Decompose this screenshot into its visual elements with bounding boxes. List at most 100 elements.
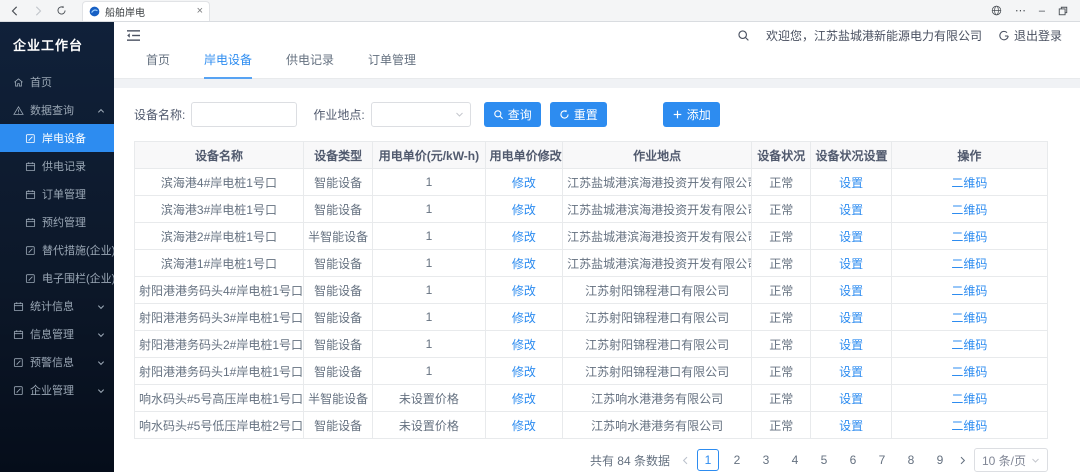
modify-price-link[interactable]: 修改	[512, 392, 536, 406]
logout-button[interactable]: 退出登录	[998, 27, 1062, 44]
calendar-icon	[13, 301, 24, 312]
table-cell: 正常	[752, 196, 811, 223]
table-cell: 正常	[752, 385, 811, 412]
home-icon	[13, 77, 24, 88]
browser-forward-icon[interactable]	[30, 3, 46, 19]
modify-price-link[interactable]: 修改	[512, 419, 536, 433]
tab-order-management[interactable]: 订单管理	[368, 51, 416, 79]
edit-square-icon	[25, 133, 36, 144]
modify-price-link[interactable]: 修改	[512, 203, 536, 217]
page-button-8[interactable]: 8	[900, 449, 922, 471]
set-status-link[interactable]: 设置	[839, 365, 863, 379]
modify-price-link[interactable]: 修改	[512, 230, 536, 244]
sidebar-item-label: 岸电设备	[42, 130, 86, 146]
device-name-input[interactable]	[191, 102, 297, 127]
calendar-icon	[25, 189, 36, 200]
globe-icon[interactable]	[991, 5, 1002, 16]
modify-price-link[interactable]: 修改	[512, 284, 536, 298]
page-button-7[interactable]: 7	[871, 449, 893, 471]
page-button-5[interactable]: 5	[813, 449, 835, 471]
table-cell: 江苏射阳锦程港口有限公司	[563, 277, 752, 304]
prev-page-button[interactable]	[681, 456, 690, 465]
modify-price-link[interactable]: 修改	[512, 311, 536, 325]
modify-price-link[interactable]: 修改	[512, 338, 536, 352]
set-status-link[interactable]: 设置	[839, 257, 863, 271]
set-status-link[interactable]: 设置	[839, 284, 863, 298]
sidebar-item-enterprise-management[interactable]: 企业管理	[0, 376, 114, 404]
qrcode-link[interactable]: 二维码	[951, 230, 987, 244]
qrcode-link[interactable]: 二维码	[951, 365, 987, 379]
page-button-2[interactable]: 2	[726, 449, 748, 471]
browser-refresh-icon[interactable]	[53, 3, 69, 19]
logout-label: 退出登录	[1014, 27, 1062, 44]
sidebar-item-info-management[interactable]: 信息管理	[0, 320, 114, 348]
qrcode-link[interactable]: 二维码	[951, 203, 987, 217]
pagination-total: 共有 84 条数据	[590, 452, 670, 469]
browser-back-icon[interactable]	[7, 3, 23, 19]
logout-icon	[998, 30, 1010, 42]
table-row: 滨海港4#岸电桩1号口智能设备1修改江苏盐城港滨海港投资开发有限公司正常设置二维…	[135, 169, 1048, 196]
tab-close-icon[interactable]: ×	[197, 6, 203, 17]
sidebar-item-statistics-info[interactable]: 统计信息	[0, 292, 114, 320]
next-page-button[interactable]	[958, 456, 967, 465]
browser-more-icon[interactable]: ⋯	[1015, 4, 1026, 17]
qrcode-link[interactable]: 二维码	[951, 311, 987, 325]
modify-price-link[interactable]: 修改	[512, 176, 536, 190]
modify-price-link[interactable]: 修改	[512, 365, 536, 379]
sidebar-item-warning-info[interactable]: 预警信息	[0, 348, 114, 376]
qrcode-link[interactable]: 二维码	[951, 419, 987, 433]
page-size-select[interactable]: 10 条/页	[974, 448, 1048, 472]
qrcode-link[interactable]: 二维码	[951, 257, 987, 271]
sidebar-item-alternative-measures[interactable]: 替代措施(企业)	[0, 236, 114, 264]
sidebar-item-home[interactable]: 首页	[0, 68, 114, 96]
reset-button[interactable]: 重置	[550, 102, 607, 127]
sidebar-item-label: 订单管理	[42, 186, 86, 202]
sidebar-item-electronic-fence[interactable]: 电子围栏(企业)	[0, 264, 114, 292]
page-button-4[interactable]: 4	[784, 449, 806, 471]
table-cell: 射阳港港务码头3#岸电桩1号口	[135, 304, 304, 331]
tab-power-supply-record[interactable]: 供电记录	[286, 51, 334, 79]
sidebar-item-data-query[interactable]: 数据查询	[0, 96, 114, 124]
page-button-6[interactable]: 6	[842, 449, 864, 471]
browser-tab[interactable]: 船舶岸电 ×	[82, 1, 210, 21]
table-cell: 智能设备	[303, 412, 372, 439]
app-title: 企业工作台	[0, 22, 114, 68]
qrcode-link[interactable]: 二维码	[951, 392, 987, 406]
work-location-select[interactable]	[371, 102, 471, 127]
add-button[interactable]: 添加	[663, 102, 720, 127]
table-cell: 半智能设备	[303, 223, 372, 250]
window-restore-icon[interactable]	[1058, 6, 1068, 16]
menu-fold-icon[interactable]	[126, 29, 141, 42]
sidebar-item-label: 供电记录	[42, 158, 86, 174]
set-status-link[interactable]: 设置	[839, 419, 863, 433]
table-cell: 滨海港3#岸电桩1号口	[135, 196, 304, 223]
table-cell: 江苏盐城港滨海港投资开发有限公司	[563, 223, 752, 250]
sidebar-item-shore-power-device[interactable]: 岸电设备	[0, 124, 114, 152]
column-header: 设备类型	[303, 142, 372, 169]
table-cell: 正常	[752, 304, 811, 331]
page-button-9[interactable]: 9	[929, 449, 951, 471]
set-status-link[interactable]: 设置	[839, 311, 863, 325]
page-button-1[interactable]: 1	[697, 449, 719, 471]
qrcode-link[interactable]: 二维码	[951, 176, 987, 190]
search-button[interactable]: 查询	[484, 102, 541, 127]
tab-home[interactable]: 首页	[146, 51, 170, 79]
set-status-link[interactable]: 设置	[839, 338, 863, 352]
sidebar-item-power-supply-record[interactable]: 供电记录	[0, 152, 114, 180]
sidebar-item-label: 预约管理	[42, 214, 86, 230]
window-minimize-icon[interactable]: –	[1039, 5, 1045, 17]
qrcode-link[interactable]: 二维码	[951, 284, 987, 298]
set-status-link[interactable]: 设置	[839, 392, 863, 406]
page-button-3[interactable]: 3	[755, 449, 777, 471]
table-row: 滨海港3#岸电桩1号口智能设备1修改江苏盐城港滨海港投资开发有限公司正常设置二维…	[135, 196, 1048, 223]
modify-price-link[interactable]: 修改	[512, 257, 536, 271]
sidebar-item-order-management[interactable]: 订单管理	[0, 180, 114, 208]
sidebar-item-reservation-management[interactable]: 预约管理	[0, 208, 114, 236]
set-status-link[interactable]: 设置	[839, 230, 863, 244]
table-cell: 1	[373, 358, 485, 385]
set-status-link[interactable]: 设置	[839, 176, 863, 190]
set-status-link[interactable]: 设置	[839, 203, 863, 217]
qrcode-link[interactable]: 二维码	[951, 338, 987, 352]
search-icon[interactable]	[737, 29, 750, 42]
tab-shore-power-device[interactable]: 岸电设备	[204, 51, 252, 79]
